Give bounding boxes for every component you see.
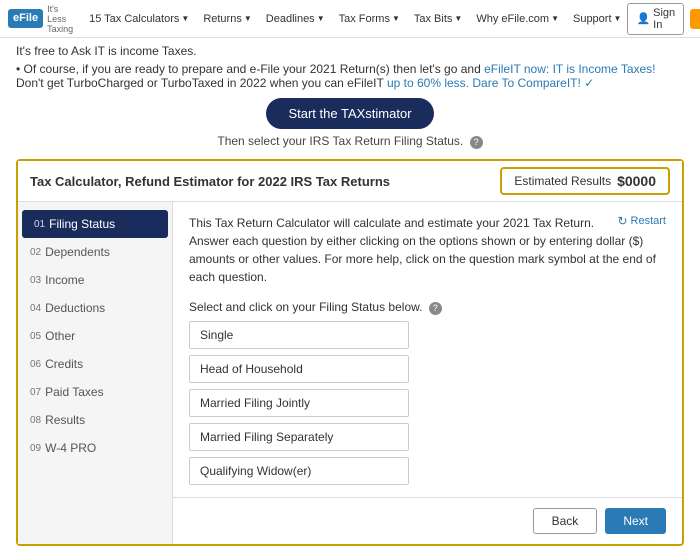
- start-now-button[interactable]: Start Now: [690, 9, 700, 29]
- estimated-value: $0000: [617, 173, 656, 189]
- calc-description-text: This Tax Return Calculator will calculat…: [189, 214, 666, 286]
- compare-link[interactable]: up to 60% less. Dare To CompareIT!: [387, 76, 581, 90]
- estimated-label: Estimated Results: [514, 174, 611, 188]
- filing-option-head-of-household[interactable]: Head of Household: [189, 355, 409, 383]
- filing-status-sublabel: Then select your IRS Tax Return Filing S…: [16, 134, 684, 149]
- nav-returns[interactable]: Returns ▼: [197, 9, 257, 29]
- chevron-down-icon: ▼: [317, 14, 325, 23]
- chevron-down-icon: ▼: [454, 14, 462, 23]
- sidebar-item-results[interactable]: 08 Results: [18, 406, 172, 434]
- chevron-down-icon: ▼: [244, 14, 252, 23]
- filing-options: Single Head of Household Married Filing …: [189, 321, 409, 485]
- intro-line2: • Of course, if you are ready to prepare…: [16, 62, 684, 90]
- estimated-results: Estimated Results $0000: [500, 167, 670, 195]
- sidebar-item-credits[interactable]: 06 Credits: [18, 350, 172, 378]
- help-icon[interactable]: ?: [470, 136, 483, 149]
- start-taxstimator-button[interactable]: Start the TAXstimator: [266, 98, 433, 129]
- content-area: It's free to Ask IT is income Taxes. • O…: [0, 38, 700, 556]
- sidebar-item-paid-taxes[interactable]: 07 Paid Taxes: [18, 378, 172, 406]
- filing-question: Select and click on your Filing Status b…: [189, 300, 666, 315]
- nav-deadlines[interactable]: Deadlines ▼: [260, 9, 331, 29]
- calc-footer: Back Next: [173, 497, 682, 544]
- sidebar-item-income[interactable]: 03 Income: [18, 266, 172, 294]
- intro-line1: It's free to Ask IT is income Taxes.: [16, 44, 684, 58]
- cta-section: Start the TAXstimator Then select your I…: [16, 98, 684, 149]
- filing-option-married-jointly[interactable]: Married Filing Jointly: [189, 389, 409, 417]
- calc-body: 01 Filing Status 02 Dependents 03 Income…: [18, 202, 682, 544]
- back-button[interactable]: Back: [533, 508, 598, 534]
- calculator-box: Tax Calculator, Refund Estimator for 202…: [16, 159, 684, 546]
- filing-option-single[interactable]: Single: [189, 321, 409, 349]
- chevron-down-icon: ▼: [392, 14, 400, 23]
- calc-header: Tax Calculator, Refund Estimator for 202…: [18, 161, 682, 202]
- nav-support[interactable]: Support ▼: [567, 9, 627, 29]
- navbar: eFile It's Less Taxing 15 Tax Calculator…: [0, 0, 700, 38]
- checkmark-icon: ✓: [584, 76, 594, 90]
- nav-right: 👤 Sign In Start Now: [627, 3, 700, 35]
- calc-main: ↻ Restart This Tax Return Calculator wil…: [173, 202, 682, 497]
- filing-option-qualifying-widow[interactable]: Qualifying Widow(er): [189, 457, 409, 485]
- nav-items: 15 Tax Calculators ▼ Returns ▼ Deadlines…: [83, 9, 627, 29]
- sidebar-item-w4-pro[interactable]: 09 W-4 PRO: [18, 434, 172, 462]
- logo-area[interactable]: eFile It's Less Taxing: [8, 4, 73, 34]
- nav-tax-calculators[interactable]: 15 Tax Calculators ▼: [83, 9, 195, 29]
- filing-option-married-separately[interactable]: Married Filing Separately: [189, 423, 409, 451]
- user-icon: 👤: [636, 12, 650, 25]
- sidebar-item-other[interactable]: 05 Other: [18, 322, 172, 350]
- logo-tagline: It's Less Taxing: [47, 4, 73, 34]
- chevron-down-icon: ▼: [551, 14, 559, 23]
- sidebar-item-deductions[interactable]: 04 Deductions: [18, 294, 172, 322]
- nav-why-efile[interactable]: Why eFile.com ▼: [470, 9, 565, 29]
- nav-tax-bits[interactable]: Tax Bits ▼: [408, 9, 468, 29]
- sidebar-item-filing-status[interactable]: 01 Filing Status: [22, 210, 168, 238]
- calc-sidebar: 01 Filing Status 02 Dependents 03 Income…: [18, 202, 173, 544]
- restart-button[interactable]: ↻ Restart: [617, 214, 666, 228]
- next-button[interactable]: Next: [605, 508, 666, 534]
- restart-icon: ↻: [617, 214, 627, 228]
- sidebar-item-dependents[interactable]: 02 Dependents: [18, 238, 172, 266]
- logo: eFile: [8, 9, 43, 28]
- sign-in-button[interactable]: 👤 Sign In: [627, 3, 684, 35]
- chevron-down-icon: ▼: [614, 14, 622, 23]
- chevron-down-icon: ▼: [181, 14, 189, 23]
- filing-help-icon[interactable]: ?: [429, 302, 442, 315]
- calc-main-wrapper: ↻ Restart This Tax Return Calculator wil…: [173, 202, 682, 544]
- calc-description: ↻ Restart This Tax Return Calculator wil…: [189, 214, 666, 286]
- nav-tax-forms[interactable]: Tax Forms ▼: [333, 9, 406, 29]
- calc-title: Tax Calculator, Refund Estimator for 202…: [30, 174, 390, 189]
- efile-it-link[interactable]: eFileIT now: IT is Income Taxes!: [484, 62, 655, 76]
